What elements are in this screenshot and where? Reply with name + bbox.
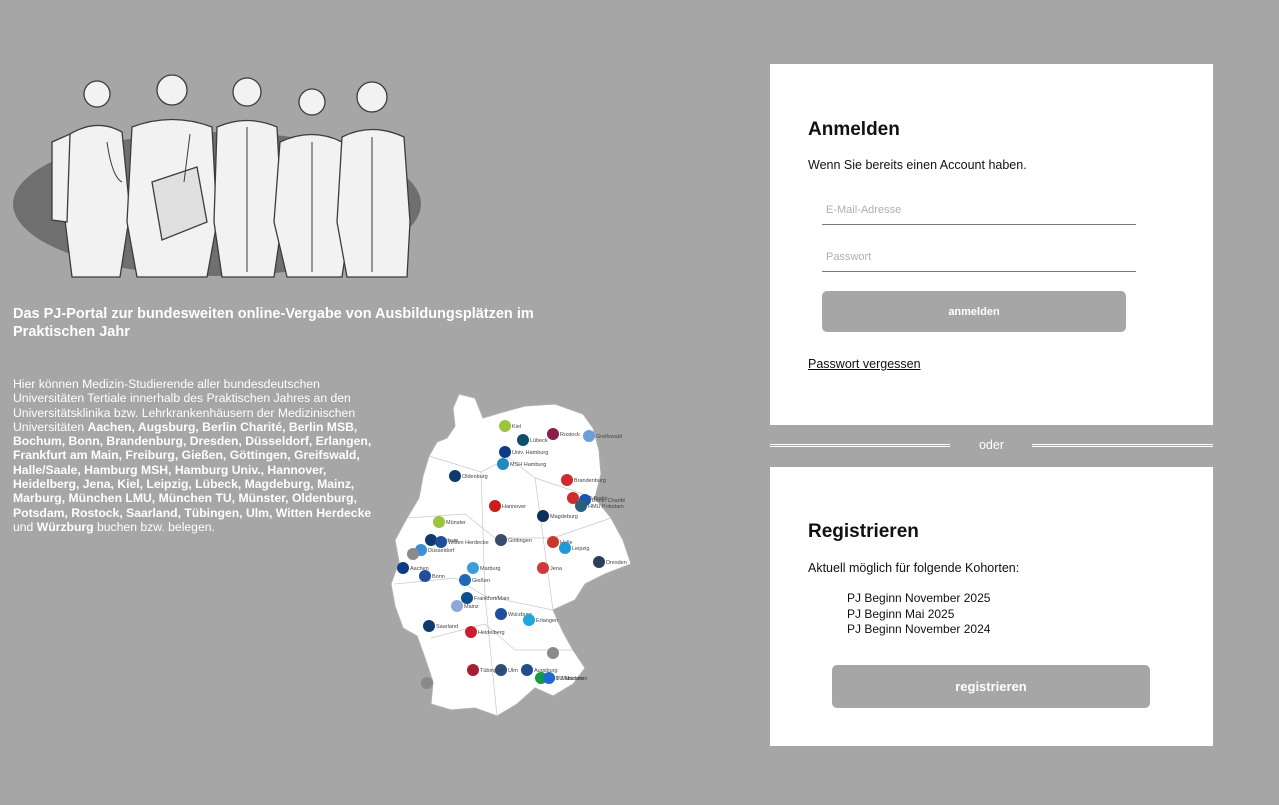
- register-title: Registrieren: [808, 521, 919, 542]
- map-label: Brandenburg: [574, 478, 606, 484]
- map-marker-würzburg: [495, 608, 507, 620]
- cohort-item: PJ Beginn November 2025: [847, 591, 991, 605]
- map-marker-saarland: [423, 620, 435, 632]
- map-label: Tübingen: [480, 668, 503, 674]
- map-marker-greifswald: [583, 430, 595, 442]
- university-list: Aachen, Augsburg, Berlin Charité, Berlin…: [13, 419, 372, 520]
- university-last: Würzburg: [36, 519, 94, 534]
- map-label: Magdeburg: [550, 514, 578, 520]
- map-label: Greifswald: [596, 434, 622, 440]
- map-marker-lübeck: [517, 434, 529, 446]
- register-button[interactable]: registrieren: [832, 665, 1150, 708]
- map-marker-bonn: [419, 570, 431, 582]
- map-label: Rostock: [560, 432, 580, 438]
- map-marker-magdeburg: [537, 510, 549, 522]
- map-label: Bonn: [432, 574, 445, 580]
- map-marker-leipzig: [559, 542, 571, 554]
- map-label: Jena: [550, 566, 563, 572]
- map-label: Heidelberg: [478, 630, 505, 636]
- login-subtitle: Wenn Sie bereits einen Account haben.: [808, 158, 1027, 172]
- map-label: Hannover: [502, 504, 526, 510]
- map-label: Kiel: [512, 424, 521, 430]
- map-marker-unlabeled: [547, 647, 559, 659]
- email-field[interactable]: [822, 195, 1136, 225]
- intro-text-und: und: [13, 519, 37, 534]
- intro-text-suffix: buchen bzw. belegen.: [93, 519, 215, 534]
- divider-line-right: [1032, 444, 1213, 447]
- map-marker-jena: [537, 562, 549, 574]
- map-label: Saarland: [436, 624, 458, 630]
- map-marker-mainz: [451, 600, 463, 612]
- map-marker-göttingen: [495, 534, 507, 546]
- map-marker-unlabeled: [421, 677, 433, 689]
- forgot-password-link[interactable]: Passwort vergessen: [808, 357, 921, 371]
- login-title: Anmelden: [808, 119, 900, 140]
- map-label: Lübeck: [530, 438, 548, 444]
- map-marker-hmu-potsdam: [575, 500, 587, 512]
- register-card: Registrieren Aktuell möglich für folgend…: [770, 467, 1213, 746]
- map-marker-heidelberg: [465, 626, 477, 638]
- register-subtitle: Aktuell möglich für folgende Kohorten:: [808, 561, 1020, 575]
- map-marker-frankfurt-main: [461, 592, 473, 604]
- password-field[interactable]: [822, 242, 1136, 272]
- page-headline: Das PJ-Portal zur bundesweiten online-Ve…: [13, 306, 534, 340]
- map-label: Oldenburg: [462, 474, 488, 480]
- map-label: TU München: [556, 676, 588, 682]
- map-label: Marburg: [480, 566, 500, 572]
- map-label: MSH Hamburg: [510, 462, 546, 468]
- map-marker-dresden: [593, 556, 605, 568]
- map-marker-tu-münchen: [543, 672, 555, 684]
- map-marker-gießen: [459, 574, 471, 586]
- map-label: Mainz: [464, 604, 479, 610]
- map-label: Gießen: [472, 578, 490, 584]
- map-marker-bochum: [425, 534, 437, 546]
- map-label: Frankfurt/Main: [474, 596, 509, 602]
- map-marker-univ-hamburg: [499, 446, 511, 458]
- intro-text: Hier können Medizin-Studierende aller bu…: [13, 377, 375, 534]
- map-label: HMU Potsdam: [588, 504, 624, 510]
- map-label: Münster: [446, 520, 466, 526]
- map-marker-witten-herdecke: [435, 536, 447, 548]
- map-label: Leipzig: [572, 546, 589, 552]
- map-marker-erlangen: [523, 614, 535, 626]
- map-label: Göttingen: [508, 538, 532, 544]
- map-marker-münster: [433, 516, 445, 528]
- map-marker-marburg: [467, 562, 479, 574]
- map-marker-augsburg: [521, 664, 533, 676]
- map-label: Univ. Hamburg: [512, 450, 548, 456]
- map-label: Düsseldorf: [428, 548, 455, 554]
- map-marker-msh-hamburg: [497, 458, 509, 470]
- map-label: Witten Herdecke: [448, 540, 489, 546]
- map-marker-unlabeled: [407, 548, 419, 560]
- login-card: Anmelden Wenn Sie bereits einen Account …: [770, 64, 1213, 425]
- map-marker-brandenburg: [561, 474, 573, 486]
- map-label: Dresden: [606, 560, 627, 566]
- map-marker-kiel: [499, 420, 511, 432]
- germany-map: Kiel Lübeck Greifswald Rostock Univ. Hamburg…: [390, 393, 632, 717]
- map-marker-hannover: [489, 500, 501, 512]
- map-marker-aachen: [397, 562, 409, 574]
- doctors-illustration: [13, 74, 421, 278]
- map-marker-oldenburg: [449, 470, 461, 482]
- cohort-item: PJ Beginn November 2024: [847, 622, 991, 636]
- cohort-list: PJ Beginn November 2025 PJ Beginn Mai 20…: [847, 591, 990, 638]
- login-button[interactable]: anmelden: [822, 291, 1126, 332]
- map-marker-halle: [547, 536, 559, 548]
- map-marker-rostock: [547, 428, 559, 440]
- map-label: Erlangen: [536, 618, 558, 624]
- cohort-item: PJ Beginn Mai 2025: [847, 606, 955, 621]
- map-label: Ulm: [508, 668, 518, 674]
- map-marker-tübingen: [467, 664, 479, 676]
- divider: oder: [770, 436, 1213, 456]
